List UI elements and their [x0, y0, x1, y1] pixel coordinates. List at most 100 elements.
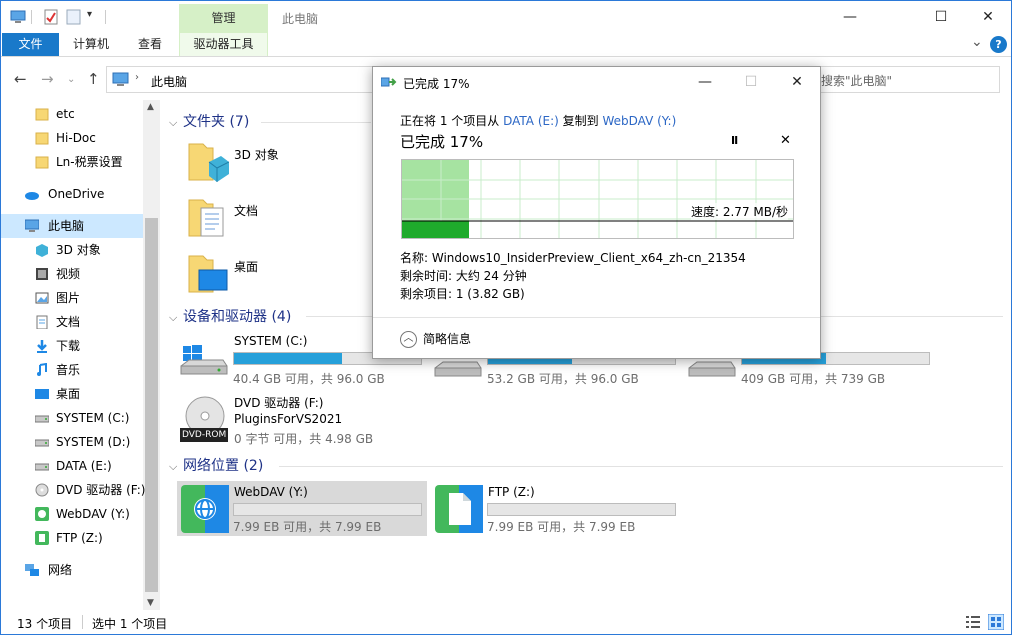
customize-qat-icon[interactable]: ▾ — [87, 9, 92, 20]
sidebar-item[interactable]: SYSTEM (C:) — [1, 406, 143, 430]
document-icon — [36, 315, 48, 329]
chevron-right-icon: › — [135, 72, 139, 83]
sidebar-item-label: Hi-Doc — [56, 131, 96, 145]
sidebar-item[interactable]: DVD 驱动器 (F:) — [1, 478, 146, 502]
network-drive-ftp[interactable]: FTP (Z:) 7.99 EB 可用，共 7.99 EB — [431, 481, 681, 536]
properties-icon[interactable] — [43, 9, 59, 25]
dialog-title: 已完成 17% — [403, 77, 470, 91]
time-remaining: 剩余时间: 大约 24 分钟 — [400, 269, 527, 283]
copy-icon — [381, 77, 397, 87]
chevron-up-icon: ︿ — [400, 331, 417, 348]
sidebar-item[interactable]: 文档 — [1, 310, 143, 334]
sidebar-item-label: Ln-税票设置 — [56, 155, 123, 169]
dialog-divider — [373, 317, 820, 318]
folder-label: 桌面 — [234, 260, 259, 274]
tab-drive-tools[interactable]: 驱动器工具 — [179, 33, 268, 56]
chevron-down-icon[interactable]: ⌄ — [971, 34, 983, 50]
fewer-details-button[interactable]: ︿ 简略信息 — [400, 330, 471, 348]
speed-graph-canvas — [402, 160, 793, 238]
tab-file[interactable]: 文件 — [2, 33, 59, 56]
title-bar: ▾ 管理 此电脑 — ☐ ✕ — [1, 1, 1011, 33]
sidebar-item[interactable]: 桌面 — [1, 382, 143, 406]
up-arrow-icon[interactable]: ↑ — [87, 70, 100, 88]
sidebar-item[interactable]: DATA (E:) — [1, 454, 143, 478]
scroll-up-icon[interactable]: ▲ — [147, 102, 154, 112]
tab-view[interactable]: 查看 — [125, 33, 175, 56]
status-bar: 13 个项目 选中 1 个项目 — [1, 610, 1011, 634]
drive-space-text: 53.2 GB 可用，共 96.0 GB — [487, 372, 639, 386]
new-folder-icon[interactable] — [66, 9, 82, 25]
drive-volume-label: PluginsForVS2021 — [234, 412, 343, 426]
sidebar-item[interactable]: 此电脑 — [1, 214, 143, 238]
dvd-drive[interactable]: DVD-ROM — [179, 396, 231, 444]
drive-space-text: 0 字节 可用，共 4.98 GB — [234, 432, 374, 446]
sidebar-item[interactable]: Ln-税票设置 — [1, 150, 143, 174]
network-drive-webdav[interactable]: WebDAV (Y:) 7.99 EB 可用，共 7.99 EB — [177, 481, 427, 536]
sidebar-item[interactable]: WebDAV (Y:) — [1, 502, 143, 526]
dialog-maximize-button: ☐ — [744, 74, 758, 90]
sidebar-item[interactable]: Hi-Doc — [1, 126, 143, 150]
sidebar-item[interactable]: 网络 — [1, 558, 143, 582]
close-button[interactable]: ✕ — [965, 1, 1011, 32]
scroll-down-icon[interactable]: ▼ — [147, 598, 154, 608]
sidebar-item-label: 桌面 — [56, 387, 81, 401]
cancel-copy-button[interactable]: ✕ — [780, 133, 791, 148]
sidebar-item-label: WebDAV (Y:) — [56, 507, 130, 521]
sidebar-item[interactable]: FTP (Z:) — [1, 526, 143, 550]
sidebar-item[interactable]: etc — [1, 102, 143, 126]
webdav-icon — [35, 507, 49, 521]
group-header-folders[interactable]: ⌵ 文件夹 (7) — [169, 111, 249, 133]
folder-desktop[interactable] — [183, 252, 229, 298]
group-header-devices[interactable]: ⌵ 设备和驱动器 (4) — [169, 306, 291, 328]
drive-c[interactable] — [179, 344, 231, 380]
video-icon — [36, 268, 48, 280]
context-tab-manage[interactable]: 管理 — [179, 4, 268, 33]
selection-count: 选中 1 个项目 — [92, 617, 168, 631]
chevron-down-icon: ⌵ — [169, 460, 178, 473]
source-link[interactable]: DATA (E:) — [503, 114, 559, 128]
computer-icon[interactable] — [10, 9, 26, 25]
sidebar-item[interactable]: 下载 — [1, 334, 143, 358]
details-view-icon[interactable] — [965, 614, 981, 630]
recent-locations-icon[interactable]: ⌄ — [67, 74, 75, 85]
desktop-folder-icon — [188, 255, 228, 293]
cube-folder-icon — [188, 143, 230, 182]
tiles-view-icon[interactable] — [988, 614, 1004, 630]
drive-usage-bar — [233, 503, 422, 516]
sidebar-item-label: DATA (E:) — [56, 459, 112, 473]
webdav-icon — [181, 485, 229, 533]
folder-label: 文档 — [234, 204, 259, 218]
forward-arrow-icon[interactable]: → — [41, 70, 54, 88]
tab-computer[interactable]: 计算机 — [61, 33, 121, 56]
chevron-down-icon: ⌵ — [169, 311, 178, 324]
back-arrow-icon[interactable]: ← — [14, 70, 27, 88]
minimize-button[interactable]: — — [827, 1, 873, 32]
group-header-network[interactable]: ⌵ 网络位置 (2) — [169, 455, 263, 477]
dialog-minimize-button[interactable]: — — [682, 67, 728, 97]
sidebar-item-label: etc — [56, 107, 75, 121]
sidebar-scrollbar-thumb[interactable] — [145, 218, 158, 592]
copy-middle: 复制到 — [558, 114, 603, 128]
sidebar-item[interactable]: 音乐 — [1, 358, 143, 382]
sidebar-item[interactable]: 3D 对象 — [1, 238, 143, 262]
maximize-button[interactable]: ☐ — [918, 1, 964, 32]
sidebar-item[interactable]: 视频 — [1, 262, 143, 286]
items-remaining: 剩余项目: 1 (3.82 GB) — [400, 287, 525, 301]
dialog-close-button[interactable]: ✕ — [774, 67, 820, 97]
sidebar-item-label: 此电脑 — [48, 219, 85, 233]
search-input[interactable]: 搜索"此电脑" — [816, 66, 1000, 93]
destination-link[interactable]: WebDAV (Y:) — [602, 114, 676, 128]
folder-3d-objects[interactable] — [183, 140, 230, 186]
sidebar-item-label: 网络 — [48, 563, 73, 577]
sidebar-item-label: 视频 — [56, 267, 81, 281]
folder-documents[interactable] — [183, 196, 229, 242]
sidebar-item[interactable]: OneDrive — [1, 182, 143, 206]
help-icon[interactable]: ? — [990, 36, 1007, 53]
music-icon — [37, 363, 47, 376]
sidebar-item-label: 文档 — [56, 315, 81, 329]
pause-button[interactable]: II — [731, 134, 738, 147]
folder-icon — [35, 156, 49, 169]
sidebar-item[interactable]: 图片 — [1, 286, 143, 310]
group-divider — [279, 466, 1003, 467]
sidebar-item[interactable]: SYSTEM (D:) — [1, 430, 143, 454]
